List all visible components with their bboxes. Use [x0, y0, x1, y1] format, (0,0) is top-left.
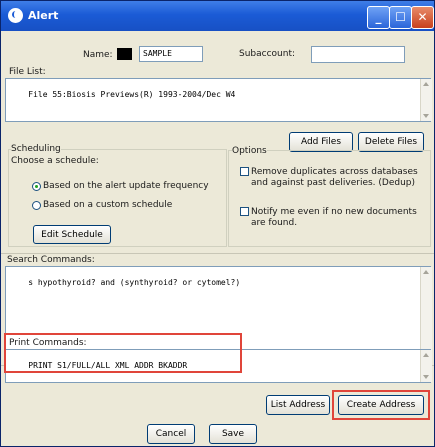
scheduling-title: Scheduling [11, 144, 61, 154]
option-custom-label[interactable]: Based on a custom schedule [43, 200, 172, 210]
subaccount-label: Subaccount: [239, 49, 296, 59]
radio-custom-schedule[interactable] [32, 201, 41, 210]
add-files-button[interactable]: Add Files [289, 132, 353, 152]
name-label: Name: [83, 50, 113, 60]
maximize-button[interactable]: ☐ [389, 6, 412, 29]
subaccount-input[interactable] [311, 46, 405, 63]
cancel-button[interactable]: Cancel [147, 424, 195, 444]
options-title: Options [232, 146, 267, 156]
delete-files-button[interactable]: Delete Files [358, 132, 424, 152]
print-scrollbar[interactable] [420, 350, 432, 382]
dedup-checkbox[interactable] [240, 167, 249, 176]
file-list-label: File List: [9, 67, 46, 77]
window-title: Alert [28, 9, 59, 22]
search-commands-text: s hypothyroid? and (synthyroid? or cytom… [28, 278, 241, 287]
file-list-text: File 55:Biosis Previews(R) 1993-2004/Dec… [28, 90, 236, 99]
print-commands-highlight [4, 333, 242, 373]
options-group [228, 150, 431, 247]
file-list-scrollbar[interactable] [420, 79, 432, 121]
notify-label-line1: Notify me even if no new documents [251, 207, 417, 217]
search-commands-label: Search Commands: [7, 255, 95, 265]
notify-label-line2: are found. [251, 218, 298, 228]
scroll-down-icon[interactable] [423, 114, 429, 118]
scroll-up-icon[interactable] [423, 82, 429, 86]
scroll-up-icon[interactable] [423, 353, 429, 357]
file-list-box[interactable]: File 55:Biosis Previews(R) 1993-2004/Dec… [5, 78, 431, 122]
scroll-up-icon[interactable] [423, 270, 429, 274]
option-frequency-label[interactable]: Based on the alert update frequency [43, 181, 209, 191]
alert-window: Alert _ ☐ ✕ Name: SAMPLE Subaccount: Fil… [0, 0, 435, 447]
scheduling-subtitle: Choose a schedule: [11, 156, 99, 166]
save-button[interactable]: Save [209, 424, 257, 444]
close-button[interactable]: ✕ [411, 6, 434, 29]
edit-schedule-button[interactable]: Edit Schedule [33, 225, 111, 244]
title-bar[interactable]: Alert _ ☐ ✕ [1, 1, 434, 31]
app-logo-icon [8, 8, 23, 23]
search-scrollbar[interactable] [420, 267, 432, 361]
minimize-button[interactable]: _ [367, 6, 390, 29]
notify-checkbox[interactable] [240, 207, 249, 216]
radio-alert-frequency[interactable] [32, 182, 41, 191]
name-input[interactable]: SAMPLE [139, 46, 203, 62]
dedup-label-line1: Remove duplicates across databases [251, 167, 418, 177]
dedup-label-line2: and against past deliveries. (Dedup) [251, 178, 416, 188]
search-separator [1, 253, 434, 254]
create-address-highlight [332, 390, 430, 420]
color-swatch[interactable] [117, 48, 132, 60]
list-address-button[interactable]: List Address [266, 395, 330, 415]
scroll-down-icon[interactable] [423, 375, 429, 379]
